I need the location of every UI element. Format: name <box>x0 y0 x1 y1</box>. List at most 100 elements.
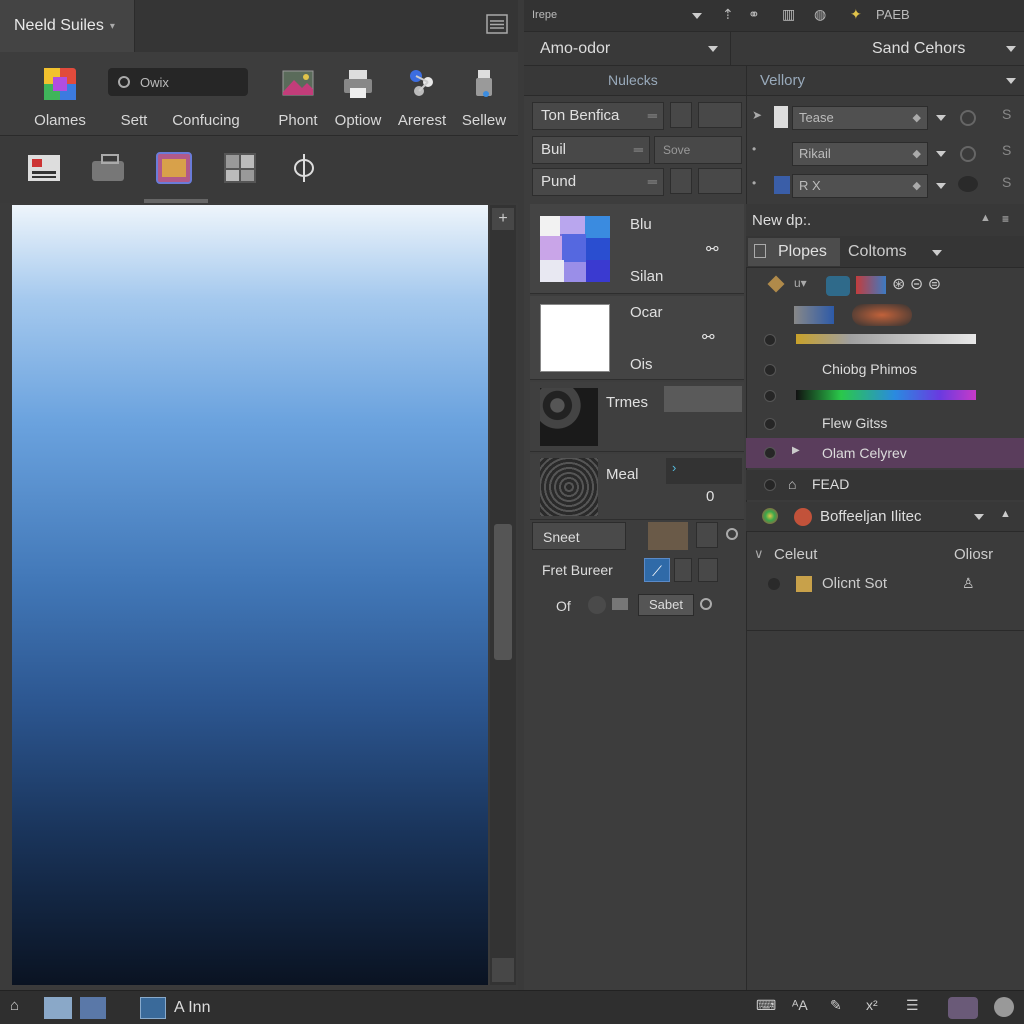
field-ton-benfica[interactable]: Ton Benfica ═ <box>532 102 664 130</box>
row-fret-bureer[interactable]: Fret Bureer <box>532 556 632 584</box>
globe-icon[interactable]: ◍ <box>814 6 826 23</box>
phi-icon[interactable] <box>284 149 324 187</box>
circle-icon[interactable] <box>958 176 978 192</box>
document-tab[interactable]: Neeld Suiles ▾ <box>0 0 135 52</box>
gauge-icon[interactable] <box>994 997 1014 1017</box>
link-icon[interactable]: ⚭ <box>748 6 760 23</box>
row-of[interactable]: Of <box>556 592 586 620</box>
sliders-icon[interactable] <box>24 149 64 187</box>
chevron-down-icon[interactable] <box>708 46 718 52</box>
field-pund[interactable]: Pund ═ <box>532 168 664 196</box>
monitor-icon[interactable] <box>140 997 166 1019</box>
circle-icon[interactable] <box>960 146 976 162</box>
tool-sett[interactable]: Sett <box>98 52 170 136</box>
gear-icon[interactable] <box>698 558 718 582</box>
printer-icon[interactable] <box>948 997 978 1019</box>
lock-icon[interactable] <box>698 102 742 128</box>
scroll-up-button[interactable]: + <box>492 208 514 230</box>
tab-plopes[interactable]: Plopes <box>748 238 840 266</box>
frame-icon[interactable] <box>674 558 692 582</box>
layer-row[interactable]: ⌂ FEAD <box>746 470 1024 500</box>
settings-icon[interactable] <box>696 522 718 548</box>
chevron-down-icon[interactable] <box>1006 46 1016 52</box>
visibility-icon[interactable] <box>764 418 776 430</box>
keyboard-icon[interactable]: ⌨ <box>756 997 780 1019</box>
tab-nulecks[interactable]: Nulecks <box>608 72 658 88</box>
chevron-down-icon[interactable] <box>936 151 946 157</box>
s-icon[interactable]: S <box>1002 106 1011 122</box>
visibility-icon[interactable] <box>764 447 776 459</box>
up-icon[interactable]: ▲ <box>1000 508 1011 520</box>
s-icon[interactable]: S <box>1002 174 1011 190</box>
function-icon[interactable]: x² <box>866 997 890 1019</box>
visibility-icon[interactable] <box>764 334 776 346</box>
tool-optiow[interactable]: Optiow <box>322 52 394 136</box>
tool-olames[interactable]: Olames <box>24 52 96 136</box>
align-icon[interactable] <box>670 102 692 128</box>
visibility-icon[interactable] <box>764 479 776 491</box>
dropdown-left[interactable]: Amo-odor <box>540 40 610 58</box>
swatch-field[interactable] <box>664 386 742 412</box>
visibility-icon[interactable] <box>764 364 776 376</box>
image-canvas[interactable] <box>12 205 488 985</box>
tool-confucing[interactable]: Confucing <box>170 52 242 136</box>
layer-row[interactable] <box>746 326 1024 354</box>
screen-icon[interactable] <box>154 149 194 187</box>
layer-row[interactable]: Flew Gitss <box>746 410 1024 438</box>
plus-icon[interactable] <box>670 168 692 194</box>
sabet-button[interactable]: Sabet <box>638 594 694 616</box>
input-tease[interactable]: Tease ◆ <box>792 106 928 130</box>
screen-icon[interactable] <box>80 997 106 1019</box>
field-buil-value[interactable]: Sove <box>654 136 742 164</box>
chevron-down-icon[interactable] <box>974 514 984 520</box>
tab-coltoms[interactable]: Coltoms <box>848 243 907 261</box>
record-icon[interactable] <box>700 598 712 610</box>
dropdown-right[interactable]: Sand Cehors <box>872 40 965 58</box>
input-rikail[interactable]: Rikail ◆ <box>792 142 928 166</box>
visibility-icon[interactable] <box>764 390 776 402</box>
minus-icon[interactable] <box>612 598 628 610</box>
hamburger-menu-icon[interactable] <box>486 14 508 34</box>
scrollbar-thumb[interactable] <box>494 524 512 660</box>
chevron-down-icon[interactable] <box>936 183 946 189</box>
font-icon[interactable]: ᴬA <box>792 997 816 1019</box>
color-swatch[interactable] <box>648 522 688 550</box>
record-icon[interactable] <box>726 528 738 540</box>
star-icon[interactable]: ✦ <box>850 6 862 23</box>
circle-icon[interactable] <box>960 110 976 126</box>
tool-sellew[interactable]: Sellew <box>448 52 520 136</box>
input-rx[interactable]: R X ◆ <box>792 174 928 198</box>
lines-icon[interactable]: ☰ <box>906 997 934 1019</box>
grid-icon[interactable] <box>220 149 260 187</box>
menu-icon[interactable]: ≡ <box>1002 212 1009 226</box>
layer-row[interactable]: Chiobg Phimos <box>746 356 1024 384</box>
tab-vellory[interactable]: Vellory <box>760 72 805 89</box>
row-sneet[interactable]: Sneet <box>532 522 626 550</box>
book-icon[interactable]: ▥ <box>782 6 795 23</box>
upload-icon[interactable]: ⇡ <box>722 6 734 23</box>
swatch-ocar[interactable]: Ocar Ois ⚯ <box>530 296 744 380</box>
layer-row[interactable] <box>746 382 1024 410</box>
house-icon[interactable]: ⌂ <box>10 997 34 1019</box>
field-buil[interactable]: Buil ═ <box>532 136 650 164</box>
visibility-icon[interactable] <box>768 578 780 590</box>
layer-row[interactable]: u▾ ⊛ ⊝ ⊜ <box>746 272 1024 300</box>
swatch-trmes[interactable]: Trmes <box>530 382 744 452</box>
anchor-icon[interactable] <box>698 168 742 194</box>
s-icon[interactable]: S <box>1002 142 1011 158</box>
pen-icon[interactable]: ⟋ <box>644 558 670 582</box>
briefcase-icon[interactable] <box>88 149 128 187</box>
chevron-down-icon[interactable] <box>692 13 702 19</box>
swatch-field[interactable] <box>666 458 742 484</box>
swatch-blu[interactable]: Blu Silan ⚯ <box>530 204 744 294</box>
chevron-down-icon[interactable]: ∨ <box>754 546 764 562</box>
image-icon[interactable] <box>44 997 72 1019</box>
up-icon[interactable]: ▲ <box>980 212 991 224</box>
footer-item[interactable]: Olicnt Sot ♙ <box>746 570 1024 600</box>
circle-icon[interactable] <box>588 596 606 614</box>
pen-icon[interactable]: ✎ <box>830 997 854 1019</box>
layer-row-selected[interactable]: ▶ Olam Celyrev <box>746 438 1024 468</box>
chevron-down-icon[interactable] <box>932 250 942 256</box>
chevron-down-icon[interactable] <box>936 115 946 121</box>
swatch-meal[interactable]: Meal › 0 <box>530 454 744 520</box>
